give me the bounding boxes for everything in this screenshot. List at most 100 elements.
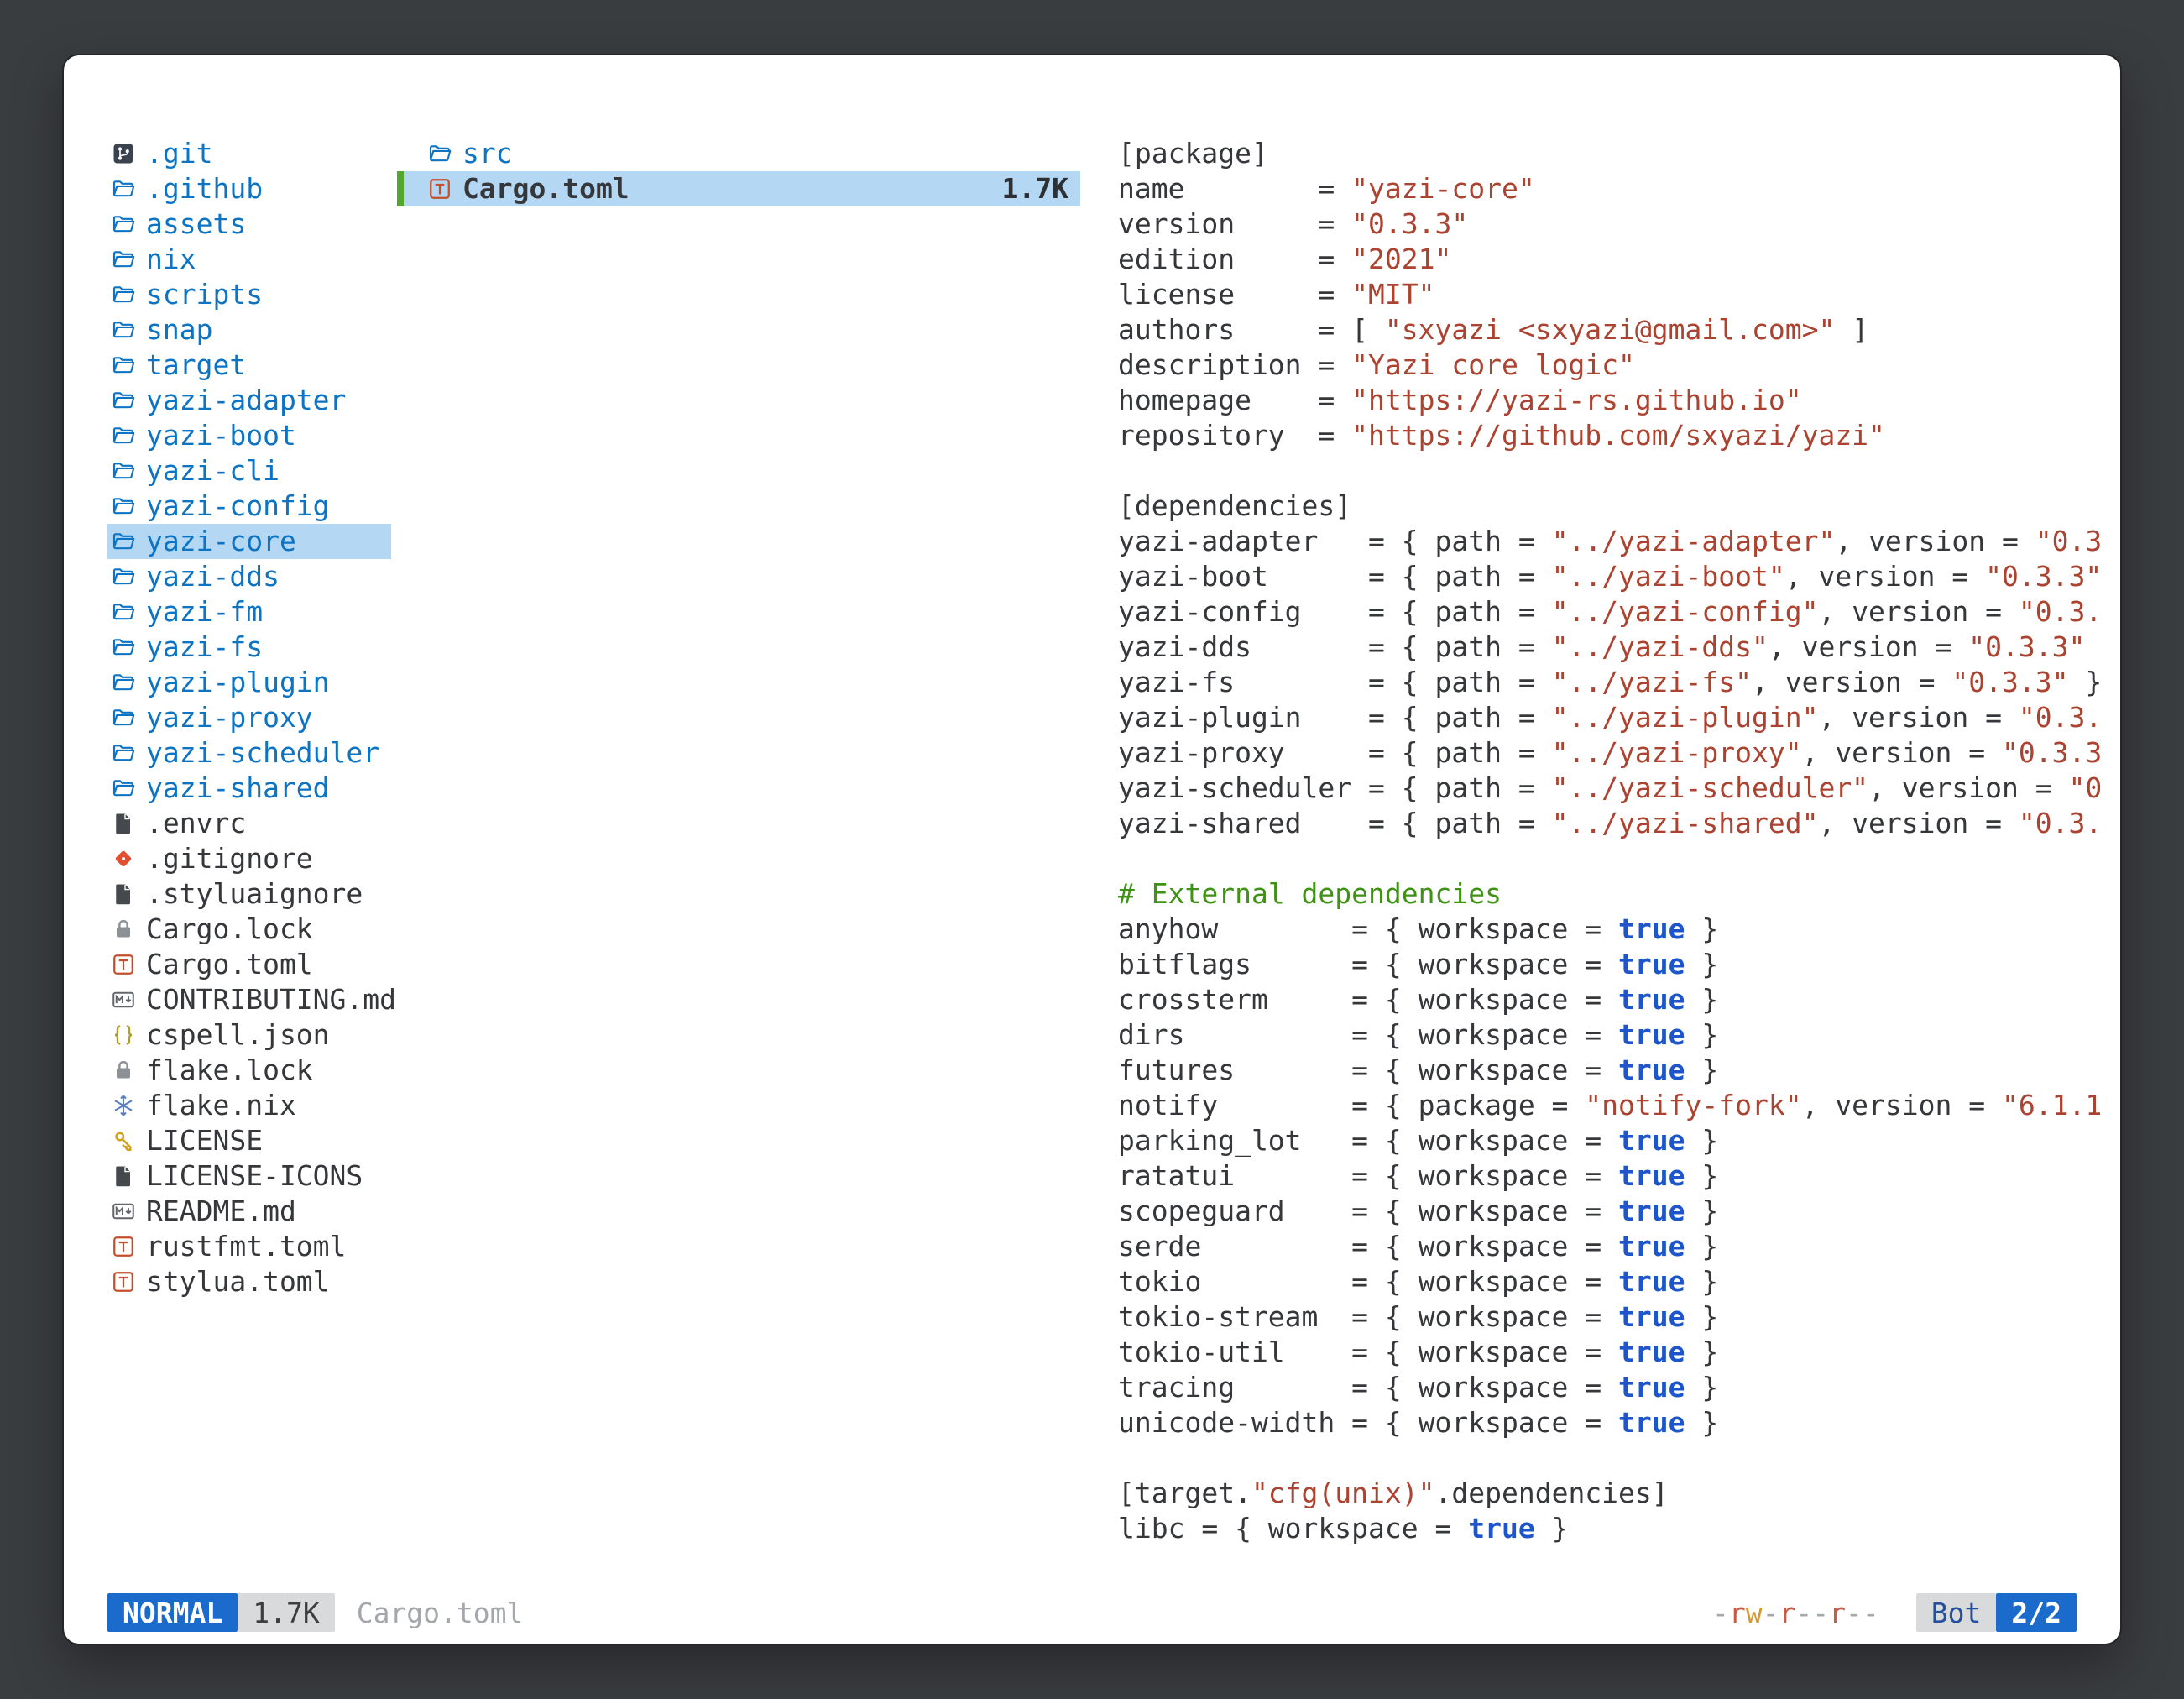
folder-icon [111,494,136,519]
parent-item-yazi-scheduler[interactable]: yazi-scheduler [107,735,391,771]
preview-line: tokio = { workspace = true } [1118,1264,2120,1299]
preview-line: bitflags = { workspace = true } [1118,947,2120,982]
preview-line: dirs = { workspace = true } [1118,1017,2120,1053]
toml-icon [111,952,136,977]
item-label: Cargo.lock [146,912,313,947]
preview-line: unicode-width = { workspace = true } [1118,1405,2120,1440]
preview-line: anyhow = { workspace = true } [1118,912,2120,947]
folder-icon [111,776,136,801]
preview-line: description = "Yazi core logic" [1118,348,2120,383]
parent-item-yazi-proxy[interactable]: yazi-proxy [107,700,391,735]
item-label: yazi-scheduler [146,735,379,771]
parent-item-yazi-dds[interactable]: yazi-dds [107,559,391,594]
preview-line: repository = "https://github.com/sxyazi/… [1118,418,2120,453]
preview-line [1118,841,2120,876]
folder-icon [111,599,136,625]
folder-icon [111,529,136,554]
current-item-src[interactable]: src [397,136,1080,171]
item-label: .git [146,136,212,171]
parent-item-nix[interactable]: nix [107,242,391,277]
parent-item-readme-md[interactable]: README.md [107,1194,391,1229]
preview-line: yazi-adapter = { path = "../yazi-adapter… [1118,524,2120,559]
item-label: .styluaignore [146,876,363,912]
parent-item-contributing-md[interactable]: CONTRIBUTING.md [107,982,391,1017]
yazi-window: .git .github assets nix scripts snap tar… [64,55,2120,1644]
parent-item-rustfmt-toml[interactable]: rustfmt.toml [107,1229,391,1264]
git-icon [111,141,136,166]
parent-item-cargo-toml[interactable]: Cargo.toml [107,947,391,982]
parent-item-cargo-lock[interactable]: Cargo.lock [107,912,391,947]
folder-icon [111,564,136,589]
parent-item-flake-lock[interactable]: flake.lock [107,1053,391,1088]
item-label: assets [146,206,246,242]
current-item-cargo-toml[interactable]: Cargo.toml 1.7K [397,171,1080,206]
folder-icon [111,353,136,378]
preview-line: license = "MIT" [1118,277,2120,312]
parent-item-git[interactable]: .git [107,136,391,171]
parent-item-flake-nix[interactable]: flake.nix [107,1088,391,1123]
parent-item-yazi-core[interactable]: yazi-core [107,524,391,559]
parent-item-yazi-fs[interactable]: yazi-fs [107,630,391,665]
folder-icon [111,705,136,730]
preview-line: edition = "2021" [1118,242,2120,277]
parent-item-cspell-json[interactable]: cspell.json [107,1017,391,1053]
item-label: yazi-adapter [146,383,346,418]
license-icon [111,1128,136,1153]
preview-line: [dependencies] [1118,489,2120,524]
parent-item-stylua-toml[interactable]: stylua.toml [107,1264,391,1299]
item-label: yazi-boot [146,418,296,453]
parent-item-gitignore[interactable]: .gitignore [107,841,391,876]
preview-line: libc = { workspace = true } [1118,1511,2120,1546]
parent-item-license-icons[interactable]: LICENSE-ICONS [107,1158,391,1194]
parent-item-yazi-boot[interactable]: yazi-boot [107,418,391,453]
preview-line: yazi-boot = { path = "../yazi-boot", ver… [1118,559,2120,594]
parent-item-scripts[interactable]: scripts [107,277,391,312]
folder-icon [111,317,136,342]
parent-item-yazi-adapter[interactable]: yazi-adapter [107,383,391,418]
item-label: Cargo.toml [462,171,630,206]
parent-item-assets[interactable]: assets [107,206,391,242]
preview-line: serde = { workspace = true } [1118,1229,2120,1264]
preview-line: scopeguard = { workspace = true } [1118,1194,2120,1229]
preview-line: yazi-shared = { path = "../yazi-shared",… [1118,806,2120,841]
preview-line: yazi-fs = { path = "../yazi-fs", version… [1118,665,2120,700]
parent-item-yazi-cli[interactable]: yazi-cli [107,453,391,489]
toml-icon [111,1269,136,1294]
preview-line: futures = { workspace = true } [1118,1053,2120,1088]
parent-item-license[interactable]: LICENSE [107,1123,391,1158]
item-label: yazi-proxy [146,700,313,735]
parent-item-styluaignore[interactable]: .styluaignore [107,876,391,912]
parent-item-envrc[interactable]: .envrc [107,806,391,841]
preview-line: notify = { package = "notify-fork", vers… [1118,1088,2120,1123]
preview-line: tokio-stream = { workspace = true } [1118,1299,2120,1335]
parent-item-target[interactable]: target [107,348,391,383]
preview-line: version = "0.3.3" [1118,206,2120,242]
folder-icon [111,247,136,272]
item-label: src [462,136,513,171]
item-label: LICENSE [146,1123,263,1158]
item-label: flake.lock [146,1053,313,1088]
lock-icon [111,917,136,942]
folder-icon [111,423,136,448]
item-label: Cargo.toml [146,947,313,982]
item-label: CONTRIBUTING.md [146,982,396,1017]
item-label: snap [146,312,212,348]
preview-line: yazi-plugin = { path = "../yazi-plugin",… [1118,700,2120,735]
preview-line: authors = [ "sxyazi <sxyazi@gmail.com>" … [1118,312,2120,348]
item-label: scripts [146,277,263,312]
parent-item-snap[interactable]: snap [107,312,391,348]
preview-line: crossterm = { workspace = true } [1118,982,2120,1017]
toml-icon [427,176,452,201]
parent-item-yazi-plugin[interactable]: yazi-plugin [107,665,391,700]
item-label: LICENSE-ICONS [146,1158,363,1194]
parent-item-yazi-fm[interactable]: yazi-fm [107,594,391,630]
folder-icon [111,212,136,237]
position-badge: Bot [1916,1593,1997,1632]
preview-line: yazi-proxy = { path = "../yazi-proxy", v… [1118,735,2120,771]
parent-item-github[interactable]: .github [107,171,391,206]
parent-item-yazi-config[interactable]: yazi-config [107,489,391,524]
parent-item-yazi-shared[interactable]: yazi-shared [107,771,391,806]
preview-line: tracing = { workspace = true } [1118,1370,2120,1405]
preview-line: ratatui = { workspace = true } [1118,1158,2120,1194]
desktop: { "status": { "mode": "NORMAL", "size": … [0,0,2184,1699]
